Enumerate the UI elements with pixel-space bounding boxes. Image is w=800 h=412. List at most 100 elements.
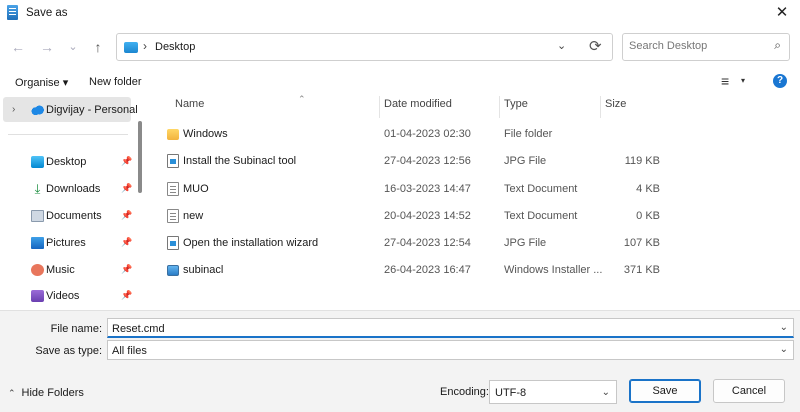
sort-ascending-icon: ⌃	[298, 94, 306, 104]
file-size: 119 KB	[624, 155, 660, 167]
file-name: MUO	[183, 183, 209, 195]
sidebar-scrollbar[interactable]	[138, 121, 142, 193]
save-as-type-label: Save as type:	[35, 345, 102, 357]
column-divider[interactable]	[379, 96, 380, 118]
search-icon[interactable]: ⌕	[774, 38, 781, 53]
window-title: Save as	[26, 7, 68, 19]
chevron-down-icon[interactable]: ⌄	[602, 387, 610, 398]
address-bar[interactable]: › Desktop ⌄ ⟳	[116, 33, 613, 61]
sidebar-item-onedrive[interactable]: › Digvijay - Personal	[0, 98, 138, 122]
file-type: Text Document	[504, 210, 578, 222]
image-file-icon	[167, 236, 179, 250]
file-date: 26-04-2023 16:47	[384, 264, 471, 276]
documents-icon	[31, 210, 44, 222]
file-name-value: Reset.cmd	[112, 323, 165, 335]
save-button[interactable]: Save	[629, 379, 701, 403]
save-as-type-select[interactable]: All files ⌄	[107, 340, 794, 360]
notepad-icon	[7, 5, 18, 20]
column-header-type[interactable]: Type	[504, 98, 594, 120]
sidebar-item-downloads[interactable]: ⤓ Downloads 📌	[0, 177, 135, 201]
column-divider[interactable]	[600, 96, 601, 118]
sidebar-item-music[interactable]: Music 📌	[0, 258, 135, 282]
hide-folders-button[interactable]: ⌃ Hide Folders	[8, 387, 84, 399]
file-row[interactable]: Windows 01-04-2023 02:30 File folder	[148, 120, 800, 147]
divider	[8, 134, 128, 135]
sidebar-item-videos[interactable]: Videos 📌	[0, 284, 135, 308]
column-header-size[interactable]: Size	[605, 98, 665, 120]
navigation-pane: › Digvijay - Personal Desktop 📌 ⤓ Downlo…	[0, 94, 148, 310]
pin-icon: 📌	[121, 290, 133, 300]
music-icon	[31, 264, 44, 276]
file-row[interactable]: subinacl 26-04-2023 16:47 Windows Instal…	[148, 256, 800, 283]
text-file-icon	[167, 182, 179, 196]
recent-locations-button[interactable]: ⌄	[64, 38, 82, 56]
videos-icon	[31, 290, 44, 302]
cancel-button[interactable]: Cancel	[713, 379, 785, 403]
sidebar-item-label: Documents	[46, 210, 102, 222]
file-type: JPG File	[504, 155, 547, 167]
up-button[interactable]: ↑	[89, 38, 107, 56]
file-row[interactable]: Open the installation wizard 27-04-2023 …	[148, 229, 800, 256]
chevron-down-icon[interactable]: ▾	[741, 76, 745, 85]
file-date: 27-04-2023 12:56	[384, 155, 471, 167]
column-header-label: Name	[175, 98, 205, 110]
downloads-icon: ⤓	[34, 181, 41, 196]
save-as-type-value: All files	[112, 345, 147, 357]
file-size: 0 KB	[636, 210, 660, 222]
file-type: Text Document	[504, 183, 578, 195]
file-row[interactable]: Install the Subinacl tool 27-04-2023 12:…	[148, 147, 800, 174]
file-type: File folder	[504, 128, 553, 140]
desktop-icon	[31, 156, 44, 168]
organise-button[interactable]: Organise ▾	[15, 76, 68, 89]
file-type: Windows Installer ...	[504, 264, 603, 276]
view-options-icon[interactable]: ≡	[721, 73, 729, 89]
sidebar-item-label: Pictures	[46, 237, 86, 249]
file-name: Open the installation wizard	[183, 237, 319, 249]
breadcrumb[interactable]: Desktop	[155, 41, 195, 53]
sidebar-item-documents[interactable]: Documents 📌	[0, 204, 135, 228]
column-header-name[interactable]: ⌃ Name	[175, 94, 375, 120]
file-size: 4 KB	[636, 183, 660, 195]
desktop-folder-icon	[124, 42, 138, 53]
encoding-select[interactable]: UTF-8 ⌄	[489, 380, 617, 404]
chevron-right-icon[interactable]: ›	[12, 104, 15, 115]
sidebar-item-pictures[interactable]: Pictures 📌	[0, 231, 135, 255]
file-row[interactable]: new 20-04-2023 14:52 Text Document 0 KB	[148, 202, 800, 229]
sidebar-item-desktop[interactable]: Desktop 📌	[0, 150, 135, 174]
chevron-right-icon: ›	[143, 39, 147, 53]
pin-icon: 📌	[121, 264, 133, 274]
back-button[interactable]: ←	[9, 38, 27, 56]
column-header-date[interactable]: Date modified	[384, 98, 494, 120]
chevron-down-icon[interactable]: ⌄	[780, 322, 788, 333]
close-button[interactable]: ✕	[770, 2, 794, 24]
file-name-field[interactable]: Reset.cmd ⌄	[107, 318, 794, 338]
chevron-down-icon[interactable]: ⌄	[780, 344, 788, 355]
forward-button[interactable]: →	[38, 38, 56, 56]
hide-folders-label: Hide Folders	[21, 387, 84, 399]
title-bar: Save as ✕	[0, 0, 800, 28]
pictures-icon	[31, 237, 44, 249]
help-icon[interactable]: ?	[773, 74, 787, 88]
new-folder-button[interactable]: New folder	[89, 76, 142, 88]
file-row[interactable]: MUO 16-03-2023 14:47 Text Document 4 KB	[148, 175, 800, 202]
sidebar-item-label: Digvijay - Personal	[46, 104, 138, 116]
refresh-icon[interactable]: ⟳	[589, 37, 602, 55]
column-divider[interactable]	[499, 96, 500, 118]
file-type: JPG File	[504, 237, 547, 249]
chevron-down-icon[interactable]: ⌄	[557, 39, 566, 52]
chevron-up-icon: ⌃	[8, 388, 16, 398]
navigation-bar: ← → ⌄ ↑ › Desktop ⌄ ⟳ ⌕	[0, 28, 800, 68]
file-name: Windows	[183, 128, 228, 140]
pin-icon: 📌	[121, 237, 133, 247]
save-form: File name: Reset.cmd ⌄ Save as type: All…	[0, 310, 800, 412]
file-date: 20-04-2023 14:52	[384, 210, 471, 222]
search-input[interactable]	[629, 40, 759, 52]
search-box[interactable]: ⌕	[622, 33, 790, 61]
sidebar-item-label: Music	[46, 264, 75, 276]
file-name: Install the Subinacl tool	[183, 155, 297, 167]
sidebar-item-label: Downloads	[46, 183, 101, 195]
file-date: 27-04-2023 12:54	[384, 237, 471, 249]
folder-icon	[167, 129, 179, 140]
pin-icon: 📌	[121, 183, 133, 193]
sidebar-item-label: Desktop	[46, 156, 87, 168]
